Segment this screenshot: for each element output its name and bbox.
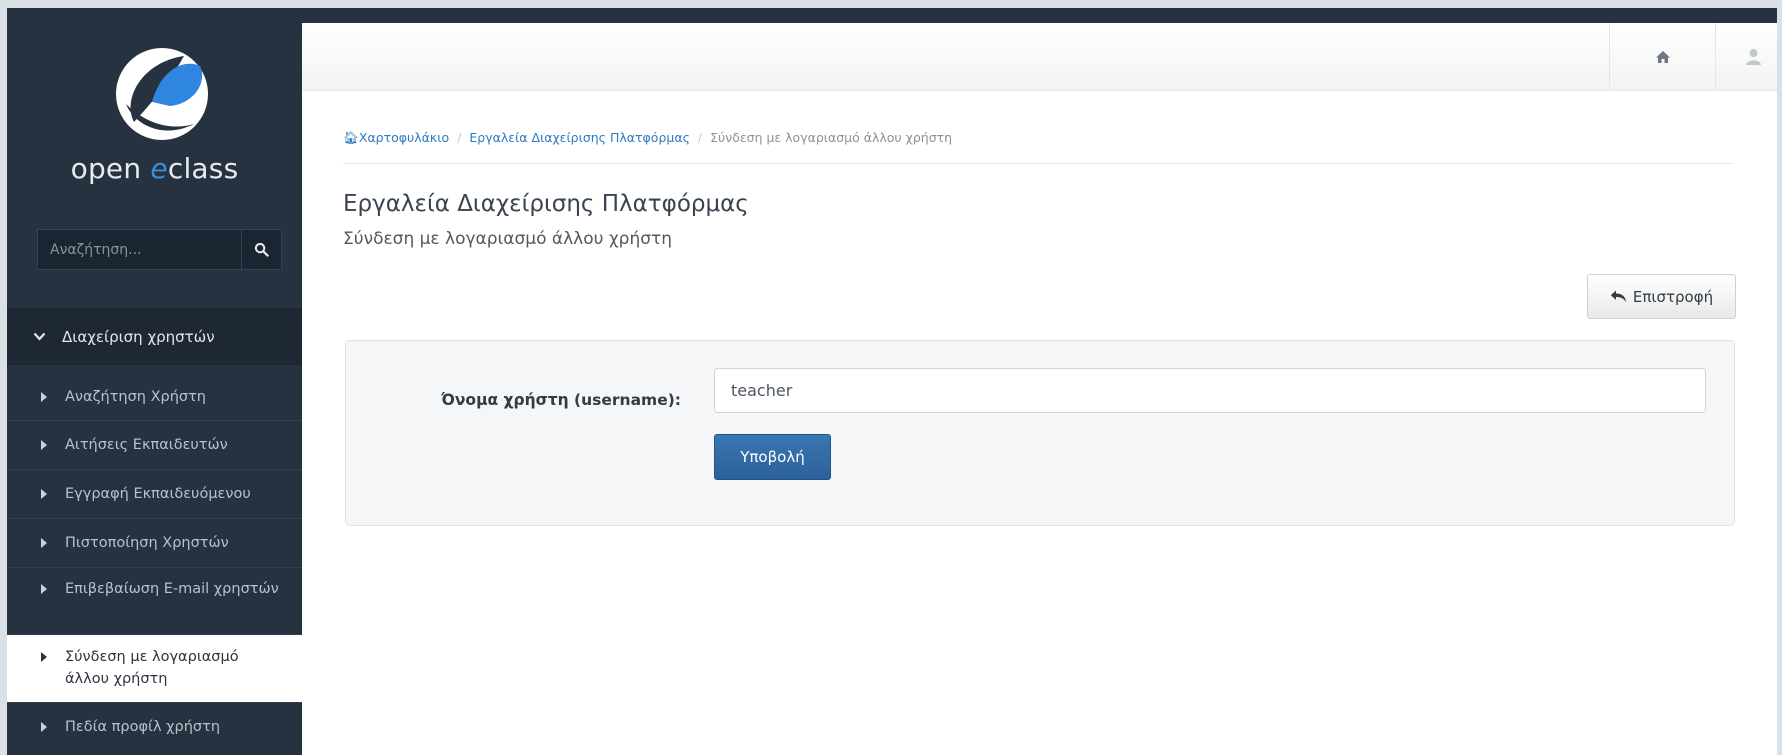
sidebar-item-label: Εγγραφή Εκπαιδευόμενου [65, 486, 251, 502]
top-bar: admin [302, 23, 1777, 91]
breadcrumb-separator: / [697, 130, 703, 145]
back-button[interactable]: Επιστροφή [1587, 274, 1736, 319]
login-as-user-form: Όνομα χρήστη (username): Υποβολή [345, 340, 1735, 526]
sidebar: open eclass Διαχείριση χρηστών Αναζήτηση… [7, 8, 302, 755]
sidebar-item-label: Σύνδεση με λογαριασμό άλλου χρήστη [65, 649, 239, 687]
back-button-label: Επιστροφή [1632, 287, 1714, 306]
home-icon [1655, 51, 1670, 63]
search-input[interactable] [38, 230, 242, 269]
sidebar-group-user-management[interactable]: Διαχείριση χρηστών [7, 308, 302, 365]
search-icon [254, 242, 269, 257]
page-title: Εργαλεία Διαχείρισης Πλατφόρμας [343, 191, 749, 217]
sidebar-item-register-student[interactable]: Εγγραφή Εκπαιδευόμενου [7, 470, 302, 519]
sidebar-item-instructor-requests[interactable]: Αιτήσεις Εκπαιδευτών [7, 421, 302, 470]
caret-right-icon [41, 489, 47, 499]
user-menu[interactable]: admin [1715, 23, 1777, 91]
sidebar-item-confirm-email[interactable]: Επιβεβαίωση E-mail χρηστών [7, 568, 302, 635]
sidebar-item-label: Πιστοποίηση Χρηστών [65, 535, 229, 551]
sidebar-item-login-as-user[interactable]: Σύνδεση με λογαριασμό άλλου χρήστη [7, 635, 302, 703]
username-label: Όνομα χρήστη (username): [441, 391, 681, 409]
breadcrumb-separator: / [457, 130, 462, 145]
username-input[interactable] [714, 368, 1706, 413]
submit-button[interactable]: Υποβολή [714, 434, 831, 480]
sidebar-item-label: Πεδία προφίλ χρήστη [65, 719, 221, 735]
brand-name: open eclass [70, 152, 239, 185]
user-icon [1745, 48, 1762, 66]
breadcrumb-divider [343, 163, 1733, 164]
sidebar-search [37, 229, 282, 270]
search-button[interactable] [241, 230, 281, 269]
sidebar-item-label: Επιβεβαίωση E-mail χρηστών [65, 581, 279, 597]
reply-icon [1610, 290, 1627, 303]
breadcrumb: 🏠︎Χαρτοφυλάκιο / Εργαλεία Διαχείρισης Πλατ… [343, 130, 952, 146]
page-subtitle: Σύνδεση με λογαριασμό άλλου χρήστη [343, 229, 673, 249]
caret-right-icon [41, 538, 47, 548]
sidebar-item-search-user[interactable]: Αναζήτηση Χρήστη [7, 373, 302, 421]
caret-right-icon [41, 652, 47, 662]
home-button[interactable] [1609, 23, 1715, 91]
sidebar-item-label: Αναζήτηση Χρήστη [65, 389, 206, 405]
sidebar-group-label: Διαχείριση χρηστών [62, 327, 215, 346]
caret-right-icon [41, 584, 47, 594]
sidebar-nav: Αναζήτηση Χρήστη Αιτήσεις Εκπαιδευτών Εγ… [7, 373, 302, 752]
app-frame: open eclass Διαχείριση χρηστών Αναζήτηση… [7, 8, 1777, 755]
sidebar-item-profile-fields[interactable]: Πεδία προφίλ χρήστη [7, 703, 302, 752]
breadcrumb-current: Σύνδεση με λογαριασμό άλλου χρήστη [710, 130, 953, 145]
caret-right-icon [41, 392, 47, 402]
sidebar-item-verify-users[interactable]: Πιστοποίηση Χρηστών [7, 519, 302, 568]
main-panel: admin 🏠︎Χαρτοφυλάκιο / Εργαλεία Διαχείριση… [302, 23, 1777, 755]
chevron-down-icon [33, 332, 46, 341]
caret-right-icon [41, 440, 47, 450]
user-name: admin [1776, 47, 1777, 67]
caret-right-icon [41, 722, 47, 732]
sidebar-item-label: Αιτήσεις Εκπαιδευτών [65, 437, 228, 453]
breadcrumb-admin-tools[interactable]: Εργαλεία Διαχείρισης Πλατφόρμας [469, 130, 690, 145]
breadcrumb-portfolio[interactable]: 🏠︎Χαρτοφυλάκιο [343, 130, 449, 145]
home-icon: 🏠︎ [343, 130, 359, 145]
eclass-logo [116, 48, 208, 140]
